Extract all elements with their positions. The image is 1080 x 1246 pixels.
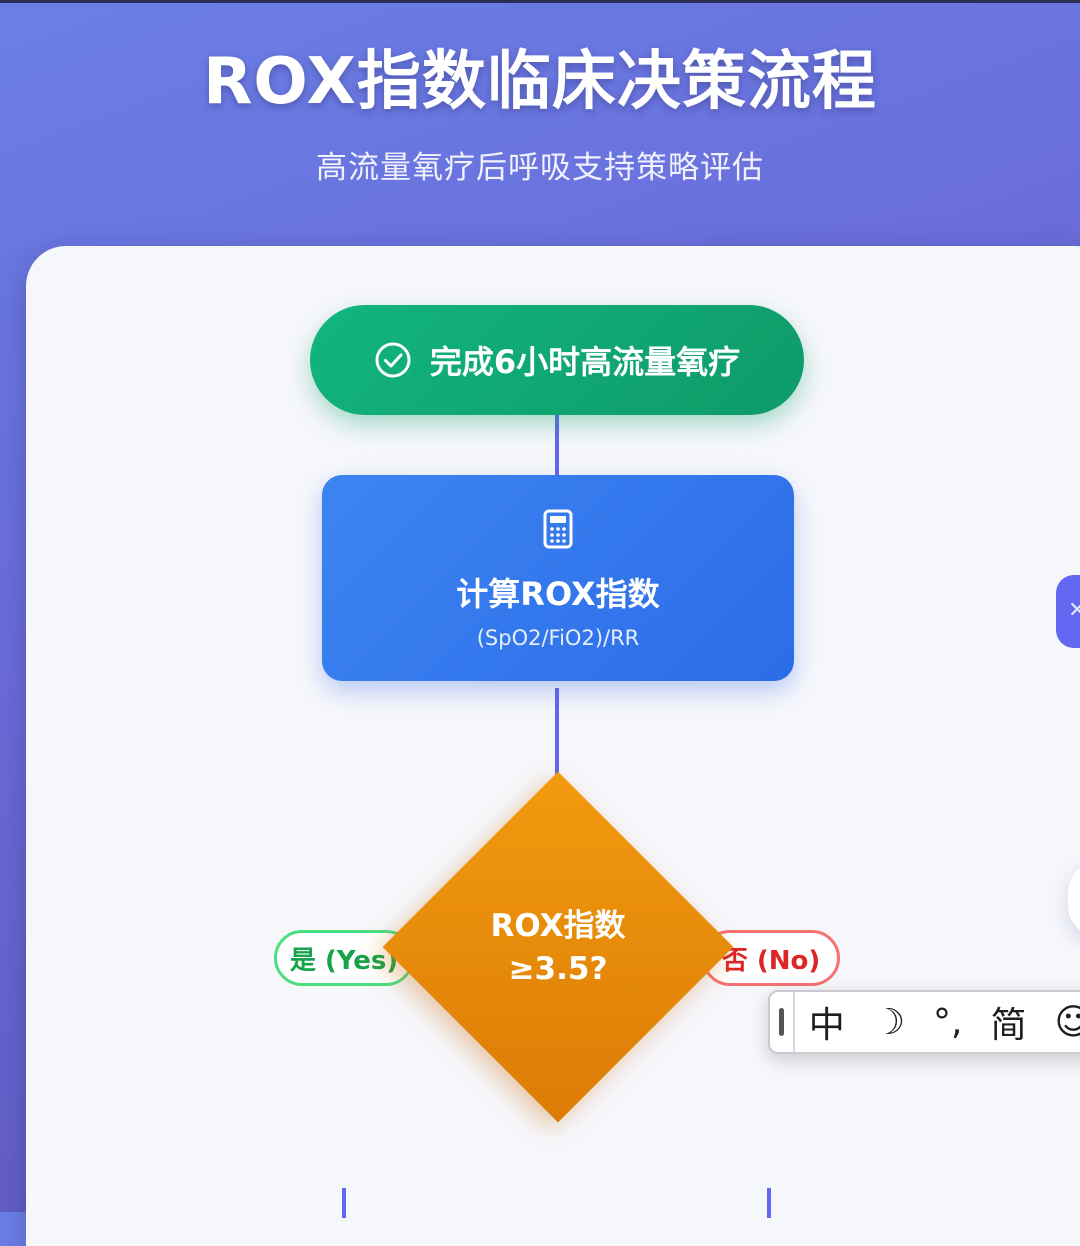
start-node-label: 完成6小时高流量氧疗 xyxy=(429,343,741,381)
connector-start-to-calc xyxy=(555,415,559,475)
moon-icon[interactable]: ☽ xyxy=(873,1002,905,1043)
connector-yes-down xyxy=(342,1188,346,1218)
connector-no-down xyxy=(767,1188,771,1218)
start-node[interactable]: 完成6小时高流量氧疗 xyxy=(310,305,804,415)
page-title: ROX指数临床决策流程 xyxy=(203,45,877,119)
calc-node-formula: (SpO2/FiO2)/RR xyxy=(476,626,640,650)
ime-drag-handle[interactable] xyxy=(770,992,795,1052)
page-subtitle: 高流量氧疗后呼吸支持策略评估 xyxy=(316,150,764,186)
calculator-icon xyxy=(543,509,573,549)
ime-mode-toggle[interactable]: 中 xyxy=(809,996,845,1048)
side-tab-icon: ✕ xyxy=(1068,598,1080,623)
ime-toolbar[interactable]: 中 ☽ °, 简 ☺ xyxy=(768,990,1080,1054)
connector-calc-to-decision xyxy=(555,688,559,778)
smiley-icon[interactable]: ☺ xyxy=(1054,1002,1080,1043)
ime-handle-bar xyxy=(778,1008,784,1036)
check-circle-icon xyxy=(375,342,411,378)
calc-rox-node[interactable]: 计算ROX指数 (SpO2/FiO2)/RR xyxy=(322,475,794,681)
top-edge-strip xyxy=(0,0,1080,3)
decision-line-2: ≥3.5? xyxy=(508,951,608,987)
calc-node-title: 计算ROX指数 xyxy=(456,575,660,613)
decision-line-1: ROX指数 xyxy=(490,908,626,944)
ime-script-toggle[interactable]: 简 xyxy=(990,996,1026,1048)
decision-text: ROX指数 ≥3.5? xyxy=(478,905,638,991)
ime-punct-toggle[interactable]: °, xyxy=(933,1002,962,1043)
